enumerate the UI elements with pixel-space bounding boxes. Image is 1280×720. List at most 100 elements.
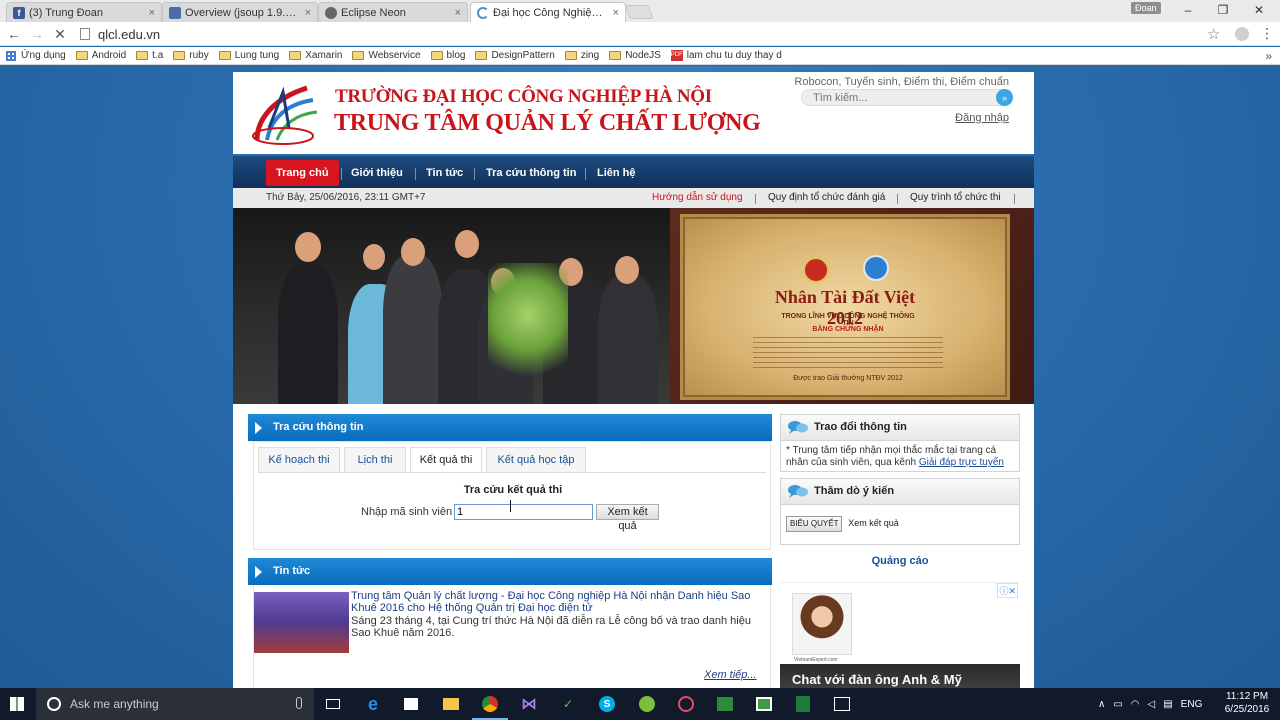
chat-bubble-icon — [788, 421, 808, 434]
close-tab-icon[interactable]: × — [149, 7, 155, 19]
back-arrow-icon[interactable]: ← — [4, 25, 24, 43]
cortana-icon — [47, 697, 61, 711]
message-icon[interactable]: ▤ — [1163, 699, 1172, 710]
bookmark-folder[interactable]: zing — [564, 50, 599, 61]
bookmark-folder[interactable]: Lung tung — [218, 50, 279, 61]
bookmark-star-icon[interactable]: ☆ — [1207, 25, 1220, 43]
loading-icon — [477, 6, 489, 19]
android-icon[interactable] — [637, 694, 657, 714]
search-input[interactable] — [802, 90, 982, 106]
quick-links[interactable]: Robocon, Tuyển sinh, Điểm thi, Điểm chuẩ… — [794, 76, 1009, 88]
university-logo — [252, 85, 318, 145]
restore-icon[interactable]: ❐ — [1205, 0, 1241, 20]
read-more-link[interactable]: Xem tiếp... — [704, 669, 757, 681]
close-tab-icon[interactable]: × — [613, 7, 619, 19]
ceremony-photo — [233, 208, 670, 404]
bookmark-folder[interactable]: ruby — [173, 50, 209, 61]
bookmark-folder[interactable]: Webservice — [352, 50, 421, 61]
login-link[interactable]: Đăng nhập — [955, 112, 1009, 124]
microphone-icon[interactable] — [296, 697, 302, 709]
browser-tab-strip: f (3) Trung Đoan × Overview (jsoup 1.9.2… — [0, 0, 1280, 22]
wifi-icon[interactable]: ◠ — [1131, 699, 1140, 710]
lookup-panel-header: Tra cứu thông tin — [248, 414, 772, 441]
vote-button[interactable]: BIỂU QUYẾT — [786, 516, 843, 532]
stop-icon[interactable]: ✕ — [50, 25, 70, 43]
tab-exam-schedule[interactable]: Lịch thi — [344, 447, 406, 472]
edge-icon[interactable]: e — [363, 694, 383, 714]
browser-tab[interactable]: Overview (jsoup 1.9.2 API) × — [162, 2, 318, 22]
exam-process-link[interactable]: Quy trình tổ chức thi — [910, 192, 1001, 203]
nav-item-home[interactable]: Trang chủ — [266, 160, 339, 186]
close-window-icon[interactable]: ✕ — [1241, 0, 1277, 20]
new-tab-button[interactable] — [624, 5, 654, 19]
windows-start-icon[interactable] — [10, 697, 24, 711]
award-plaque: Nhân Tài Đất Việt 2012 TRONG LĨNH VỰC CÔ… — [680, 214, 1010, 400]
bookmark-folder[interactable]: blog — [430, 50, 465, 61]
tab-exam-plan[interactable]: Kế hoạch thi — [258, 447, 340, 472]
skype-icon[interactable]: S — [597, 694, 617, 714]
emblem-icon — [803, 257, 829, 283]
nav-item-lookup[interactable]: Tra cứu thông tin — [476, 160, 586, 186]
guide-link[interactable]: Hướng dẫn sử dụng — [652, 192, 743, 203]
news-headline[interactable]: Trung tâm Quản lý chất lượng - Đại học C… — [351, 590, 763, 614]
store-icon[interactable] — [401, 694, 421, 714]
folder-icon — [289, 51, 302, 60]
app-icon[interactable]: ✓ — [558, 694, 578, 714]
bookmark-folder[interactable]: Xamarin — [289, 50, 342, 61]
chevron-up-icon[interactable]: ∧ — [1098, 699, 1105, 710]
nav-item-about[interactable]: Giới thiệu — [341, 160, 413, 186]
poll-box: Thăm dò ý kiến BIỂU QUYẾT Xem kết quả — [780, 478, 1020, 545]
bookmark-apps[interactable]: Ứng dụng — [6, 50, 66, 61]
profile-badge[interactable]: Đoan — [1131, 2, 1161, 14]
tab-study-results[interactable]: Kết quả học tập — [486, 447, 586, 472]
news-thumbnail[interactable] — [254, 592, 349, 653]
browser-tab[interactable]: Eclipse Neon × — [318, 2, 468, 22]
recorder-icon[interactable] — [754, 694, 774, 714]
battery-icon[interactable]: ▭ — [1113, 699, 1122, 710]
student-id-input[interactable] — [454, 504, 593, 520]
forward-arrow-icon[interactable]: → — [27, 25, 47, 43]
minimize-icon[interactable]: – — [1170, 0, 1206, 20]
spreadsheet-icon[interactable] — [793, 694, 813, 714]
ad-unit[interactable]: ⓘ✕ VietnamExpert.com Chat với đàn ông An… — [780, 582, 1020, 688]
ad-close-icon[interactable]: ⓘ✕ — [997, 583, 1018, 598]
ad-photo[interactable] — [792, 593, 852, 655]
bookmark-pdf[interactable]: PDF lam chu tu duy thay d — [670, 50, 782, 61]
camtasia-icon[interactable] — [715, 694, 735, 714]
globe-icon — [325, 6, 337, 19]
close-tab-icon[interactable]: × — [455, 7, 461, 19]
nav-item-contact[interactable]: Liên hệ — [587, 160, 646, 186]
visual-studio-icon[interactable]: ⋈ — [519, 694, 539, 714]
view-poll-results-link[interactable]: Xem kết quả — [848, 518, 899, 528]
award-plaque-photo: Nhân Tài Đất Việt 2012 TRONG LĨNH VỰC CÔ… — [670, 208, 1034, 404]
bookmark-folder[interactable]: t.a — [136, 50, 163, 61]
system-tray: ∧ ▭ ◠ ◁ ▤ ENG — [1098, 688, 1202, 720]
task-view-icon[interactable] — [323, 694, 343, 714]
search-icon[interactable]: » — [996, 89, 1013, 106]
volume-icon[interactable]: ◁ — [1148, 699, 1156, 710]
bookmark-folder[interactable]: Android — [75, 50, 126, 61]
extension-icon[interactable] — [1235, 27, 1249, 41]
online-support-link[interactable]: Giải đáp trực tuyến — [919, 457, 1004, 468]
assessment-rules-link[interactable]: Quy định tổ chức đánh giá — [768, 192, 885, 203]
photos-icon[interactable] — [832, 694, 852, 714]
sub-divider — [1014, 194, 1015, 204]
menu-icon[interactable]: ⋮ — [1260, 25, 1274, 42]
chrome-icon[interactable] — [472, 694, 508, 720]
browser-tab[interactable]: f (3) Trung Đoan × — [6, 2, 162, 22]
media-icon[interactable] — [676, 694, 696, 714]
bookmark-folder[interactable]: NodeJS — [609, 50, 661, 61]
language-indicator[interactable]: ENG — [1181, 699, 1203, 710]
nav-item-news[interactable]: Tin tức — [416, 160, 473, 186]
cortana-search[interactable]: Ask me anything — [36, 688, 314, 720]
tab-exam-results[interactable]: Kết quả thi — [410, 447, 482, 473]
view-results-button[interactable]: Xem kết quả — [596, 504, 659, 532]
clock[interactable]: 11:12 PM 6/25/2016 — [1222, 690, 1272, 716]
bookmark-folder[interactable]: DesignPattern — [475, 50, 555, 61]
ad-banner[interactable]: Chat với đàn ông Anh & Mỹ — [780, 664, 1020, 688]
browser-tab-active[interactable]: Đại học Công Nghiệp Hà × — [470, 2, 626, 22]
address-bar[interactable]: qlcl.edu.vn — [80, 25, 1205, 43]
more-bookmarks-icon[interactable]: » — [1265, 49, 1272, 63]
file-explorer-icon[interactable] — [441, 694, 461, 714]
close-tab-icon[interactable]: × — [305, 7, 311, 19]
